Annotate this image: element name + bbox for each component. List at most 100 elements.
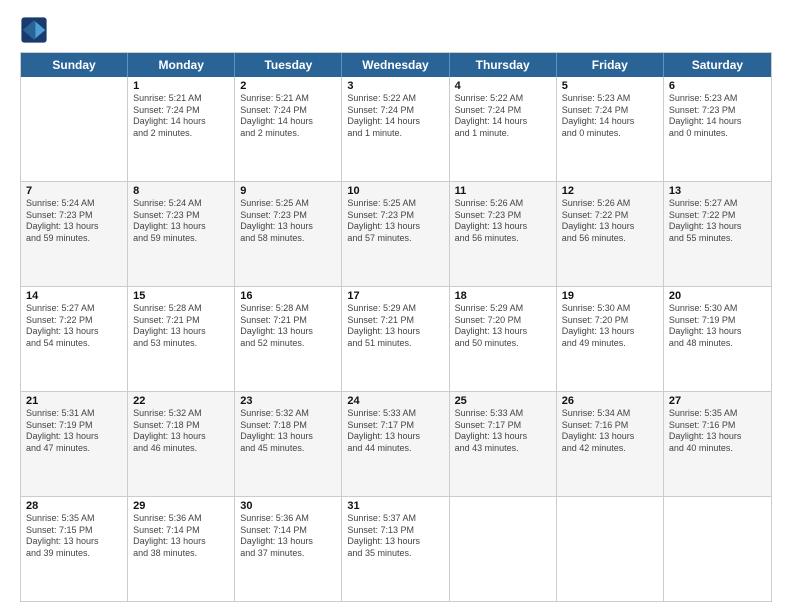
cell-info: Sunrise: 5:29 AM Sunset: 7:20 PM Dayligh… (455, 303, 551, 350)
cell-day-number: 10 (347, 185, 443, 197)
cell-day-number: 5 (562, 80, 658, 92)
cell-info: Sunrise: 5:31 AM Sunset: 7:19 PM Dayligh… (26, 408, 122, 455)
cell-info: Sunrise: 5:22 AM Sunset: 7:24 PM Dayligh… (347, 93, 443, 140)
calendar: SundayMondayTuesdayWednesdayThursdayFrid… (20, 52, 772, 602)
cell-day-number: 12 (562, 185, 658, 197)
day-header-tuesday: Tuesday (235, 53, 342, 77)
cell-day-number: 23 (240, 395, 336, 407)
calendar-cell-1-3: 10Sunrise: 5:25 AM Sunset: 7:23 PM Dayli… (342, 182, 449, 286)
cell-day-number: 1 (133, 80, 229, 92)
cell-day-number: 17 (347, 290, 443, 302)
cell-day-number: 14 (26, 290, 122, 302)
cell-info: Sunrise: 5:27 AM Sunset: 7:22 PM Dayligh… (26, 303, 122, 350)
cell-info: Sunrise: 5:35 AM Sunset: 7:16 PM Dayligh… (669, 408, 766, 455)
calendar-cell-0-2: 2Sunrise: 5:21 AM Sunset: 7:24 PM Daylig… (235, 77, 342, 181)
calendar-cell-2-1: 15Sunrise: 5:28 AM Sunset: 7:21 PM Dayli… (128, 287, 235, 391)
cell-info: Sunrise: 5:26 AM Sunset: 7:23 PM Dayligh… (455, 198, 551, 245)
cell-day-number: 9 (240, 185, 336, 197)
cell-info: Sunrise: 5:32 AM Sunset: 7:18 PM Dayligh… (133, 408, 229, 455)
cell-info: Sunrise: 5:21 AM Sunset: 7:24 PM Dayligh… (133, 93, 229, 140)
cell-info: Sunrise: 5:32 AM Sunset: 7:18 PM Dayligh… (240, 408, 336, 455)
calendar-cell-2-3: 17Sunrise: 5:29 AM Sunset: 7:21 PM Dayli… (342, 287, 449, 391)
calendar-cell-1-6: 13Sunrise: 5:27 AM Sunset: 7:22 PM Dayli… (664, 182, 771, 286)
calendar-row-1: 7 Sunrise: 5:24 AM Sunset: 7:23 PM Daylig… (21, 182, 771, 287)
calendar-cell-4-2: 30Sunrise: 5:36 AM Sunset: 7:14 PM Dayli… (235, 497, 342, 601)
calendar-cell-2-5: 19Sunrise: 5:30 AM Sunset: 7:20 PM Dayli… (557, 287, 664, 391)
cell-info: Sunrise: 5:25 AM Sunset: 7:23 PM Dayligh… (347, 198, 443, 245)
cell-day-number: 15 (133, 290, 229, 302)
cell-info: Sunrise: 5:29 AM Sunset: 7:21 PM Dayligh… (347, 303, 443, 350)
calendar-cell-2-4: 18Sunrise: 5:29 AM Sunset: 7:20 PM Dayli… (450, 287, 557, 391)
logo (20, 16, 52, 44)
calendar-cell-4-6 (664, 497, 771, 601)
cell-day-number: 19 (562, 290, 658, 302)
calendar-cell-4-1: 29Sunrise: 5:36 AM Sunset: 7:14 PM Dayli… (128, 497, 235, 601)
calendar-cell-0-0 (21, 77, 128, 181)
calendar-cell-1-4: 11Sunrise: 5:26 AM Sunset: 7:23 PM Dayli… (450, 182, 557, 286)
cell-day-number: 16 (240, 290, 336, 302)
cell-info: Sunrise: 5:36 AM Sunset: 7:14 PM Dayligh… (133, 513, 229, 560)
calendar-row-3: 21Sunrise: 5:31 AM Sunset: 7:19 PM Dayli… (21, 392, 771, 497)
calendar-cell-3-1: 22Sunrise: 5:32 AM Sunset: 7:18 PM Dayli… (128, 392, 235, 496)
calendar-row-4: 28Sunrise: 5:35 AM Sunset: 7:15 PM Dayli… (21, 497, 771, 601)
calendar-cell-2-2: 16Sunrise: 5:28 AM Sunset: 7:21 PM Dayli… (235, 287, 342, 391)
calendar-cell-4-0: 28Sunrise: 5:35 AM Sunset: 7:15 PM Dayli… (21, 497, 128, 601)
cell-day-number: 11 (455, 185, 551, 197)
cell-info: Sunrise: 5:22 AM Sunset: 7:24 PM Dayligh… (455, 93, 551, 140)
calendar-cell-0-5: 5Sunrise: 5:23 AM Sunset: 7:24 PM Daylig… (557, 77, 664, 181)
cell-day-number: 27 (669, 395, 766, 407)
calendar-cell-1-0: 7Sunrise: 5:24 AM Sunset: 7:23 PM Daylig… (21, 182, 128, 286)
calendar-cell-3-4: 25Sunrise: 5:33 AM Sunset: 7:17 PM Dayli… (450, 392, 557, 496)
day-header-sunday: Sunday (21, 53, 128, 77)
day-header-wednesday: Wednesday (342, 53, 449, 77)
calendar-header: SundayMondayTuesdayWednesdayThursdayFrid… (21, 53, 771, 77)
calendar-cell-3-6: 27Sunrise: 5:35 AM Sunset: 7:16 PM Dayli… (664, 392, 771, 496)
cell-info: Sunrise: 5:28 AM Sunset: 7:21 PM Dayligh… (133, 303, 229, 350)
calendar-cell-1-5: 12Sunrise: 5:26 AM Sunset: 7:22 PM Dayli… (557, 182, 664, 286)
cell-info: Sunrise: 5:33 AM Sunset: 7:17 PM Dayligh… (455, 408, 551, 455)
calendar-cell-3-0: 21Sunrise: 5:31 AM Sunset: 7:19 PM Dayli… (21, 392, 128, 496)
calendar-row-2: 14Sunrise: 5:27 AM Sunset: 7:22 PM Dayli… (21, 287, 771, 392)
cell-day-number: 13 (669, 185, 766, 197)
day-header-monday: Monday (128, 53, 235, 77)
calendar-cell-0-6: 6Sunrise: 5:23 AM Sunset: 7:23 PM Daylig… (664, 77, 771, 181)
cell-day-number: 8 (133, 185, 229, 197)
cell-info: Sunrise: 5:33 AM Sunset: 7:17 PM Dayligh… (347, 408, 443, 455)
cell-info: Sunrise: 5:30 AM Sunset: 7:20 PM Dayligh… (562, 303, 658, 350)
page: SundayMondayTuesdayWednesdayThursdayFrid… (0, 0, 792, 612)
calendar-cell-4-4 (450, 497, 557, 601)
header (20, 16, 772, 44)
cell-info: Sunrise: 5:26 AM Sunset: 7:22 PM Dayligh… (562, 198, 658, 245)
cell-day-number: 3 (347, 80, 443, 92)
cell-day-number: 4 (455, 80, 551, 92)
calendar-cell-2-0: 14Sunrise: 5:27 AM Sunset: 7:22 PM Dayli… (21, 287, 128, 391)
cell-info: Sunrise: 5:21 AM Sunset: 7:24 PM Dayligh… (240, 93, 336, 140)
cell-day-number: 28 (26, 500, 122, 512)
cell-day-number: 25 (455, 395, 551, 407)
cell-day-number: 20 (669, 290, 766, 302)
cell-info: Sunrise: 5:34 AM Sunset: 7:16 PM Dayligh… (562, 408, 658, 455)
cell-day-number: 30 (240, 500, 336, 512)
cell-info: Sunrise: 5:27 AM Sunset: 7:22 PM Dayligh… (669, 198, 766, 245)
cell-info: Sunrise: 5:23 AM Sunset: 7:24 PM Dayligh… (562, 93, 658, 140)
calendar-cell-1-1: 8Sunrise: 5:24 AM Sunset: 7:23 PM Daylig… (128, 182, 235, 286)
calendar-cell-4-3: 31Sunrise: 5:37 AM Sunset: 7:13 PM Dayli… (342, 497, 449, 601)
cell-day-number: 21 (26, 395, 122, 407)
calendar-cell-0-4: 4Sunrise: 5:22 AM Sunset: 7:24 PM Daylig… (450, 77, 557, 181)
cell-info: Sunrise: 5:24 AM Sunset: 7:23 PM Dayligh… (133, 198, 229, 245)
calendar-body: 1Sunrise: 5:21 AM Sunset: 7:24 PM Daylig… (21, 77, 771, 601)
cell-info: Sunrise: 5:28 AM Sunset: 7:21 PM Dayligh… (240, 303, 336, 350)
cell-info: Sunrise: 5:35 AM Sunset: 7:15 PM Dayligh… (26, 513, 122, 560)
cell-day-number: 7 (26, 185, 122, 197)
calendar-row-0: 1Sunrise: 5:21 AM Sunset: 7:24 PM Daylig… (21, 77, 771, 182)
day-header-friday: Friday (557, 53, 664, 77)
calendar-cell-2-6: 20Sunrise: 5:30 AM Sunset: 7:19 PM Dayli… (664, 287, 771, 391)
cell-day-number: 31 (347, 500, 443, 512)
cell-info: Sunrise: 5:30 AM Sunset: 7:19 PM Dayligh… (669, 303, 766, 350)
day-header-saturday: Saturday (664, 53, 771, 77)
cell-day-number: 6 (669, 80, 766, 92)
cell-day-number: 24 (347, 395, 443, 407)
cell-day-number: 29 (133, 500, 229, 512)
calendar-cell-0-3: 3Sunrise: 5:22 AM Sunset: 7:24 PM Daylig… (342, 77, 449, 181)
cell-info: Sunrise: 5:36 AM Sunset: 7:14 PM Dayligh… (240, 513, 336, 560)
